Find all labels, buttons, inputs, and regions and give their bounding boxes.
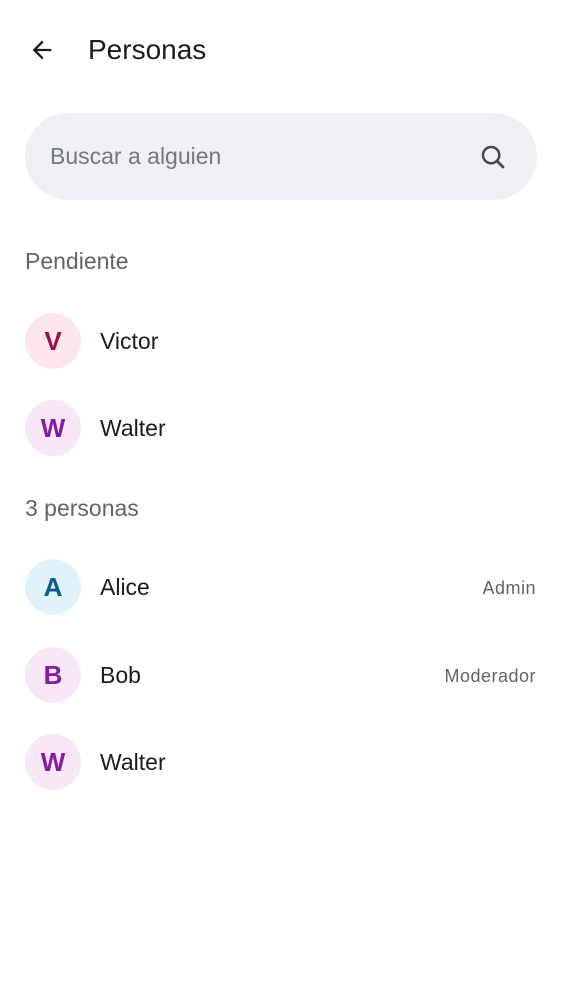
avatar: V bbox=[25, 313, 81, 369]
person-name: Bob bbox=[100, 662, 141, 688]
top-app-bar: Personas bbox=[0, 0, 562, 100]
arrow-left-icon bbox=[32, 40, 52, 60]
member-person-row[interactable]: B Bob Moderador bbox=[0, 637, 562, 713]
page-title: Personas bbox=[88, 34, 207, 65]
avatar: A bbox=[25, 559, 81, 615]
avatar: B bbox=[25, 647, 81, 703]
avatar: W bbox=[25, 734, 81, 790]
pending-person-row[interactable]: W Walter bbox=[0, 390, 562, 466]
avatar: W bbox=[25, 400, 81, 456]
member-person-row[interactable]: A Alice Admin bbox=[0, 549, 562, 625]
role-label: Moderador bbox=[444, 666, 536, 686]
search-input[interactable] bbox=[50, 113, 470, 200]
search-bar[interactable] bbox=[25, 113, 537, 200]
section-header-members: 3 personas bbox=[25, 495, 139, 521]
search-icon[interactable] bbox=[477, 141, 509, 173]
person-name: Alice bbox=[100, 574, 150, 600]
member-person-row[interactable]: W Walter bbox=[0, 724, 562, 800]
back-button[interactable] bbox=[20, 28, 64, 72]
person-name: Victor bbox=[100, 328, 159, 354]
person-name: Walter bbox=[100, 415, 166, 441]
role-label: Admin bbox=[482, 578, 536, 598]
person-name: Walter bbox=[100, 749, 166, 775]
section-header-pending: Pendiente bbox=[25, 248, 129, 274]
pending-person-row[interactable]: V Victor bbox=[0, 303, 562, 379]
